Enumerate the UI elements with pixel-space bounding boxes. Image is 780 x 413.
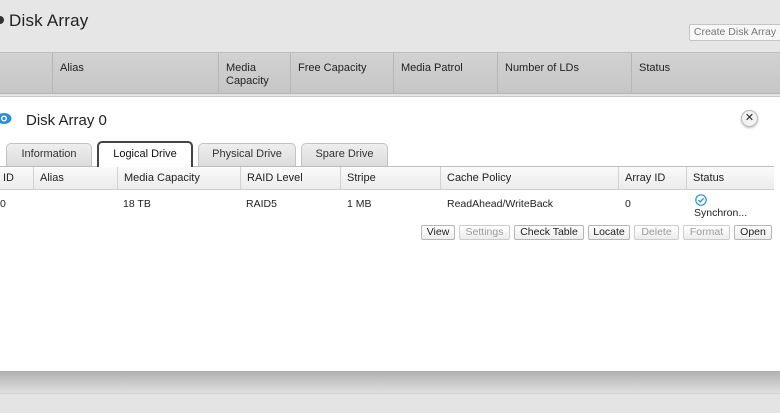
cell-raid-level: RAID5 — [246, 198, 277, 210]
format-button[interactable]: Format — [683, 225, 730, 240]
column-header-array-id[interactable]: Array ID — [618, 167, 686, 189]
tab-information[interactable]: Information — [6, 143, 92, 166]
disk-array-detail-panel: Disk Array 0 ✕ Information Logical Drive… — [0, 96, 780, 371]
cell-media-capacity: 18 TB — [123, 198, 151, 210]
title-bullet-icon — [0, 16, 4, 24]
tab-logical-drive[interactable]: Logical Drive — [97, 141, 193, 167]
view-button[interactable]: View — [421, 225, 455, 240]
cell-array-id: 0 — [625, 198, 631, 210]
column-header-cache-policy[interactable]: Cache Policy — [440, 167, 618, 189]
column-header-alias[interactable]: Alias — [33, 167, 117, 189]
column-header-stripe[interactable]: Stripe — [340, 167, 440, 189]
open-button[interactable]: Open — [734, 225, 772, 240]
column-header-media-patrol[interactable]: Media Patrol — [393, 53, 497, 94]
column-header-number-of-lds[interactable]: Number of LDs — [497, 53, 631, 94]
panel-shadow — [0, 371, 780, 393]
column-header-status[interactable]: Status — [686, 167, 774, 189]
tab-spare-drive[interactable]: Spare Drive — [301, 143, 388, 166]
column-header-raid-level[interactable]: RAID Level — [240, 167, 340, 189]
tab-physical-drive[interactable]: Physical Drive — [198, 143, 296, 166]
page-background-lower — [0, 393, 780, 413]
check-table-button[interactable]: Check Table — [514, 225, 584, 240]
status-text: Synchron... — [694, 207, 748, 219]
close-icon[interactable]: ✕ — [741, 110, 758, 127]
page-title: Disk Array — [9, 11, 89, 30]
check-circle-icon — [695, 194, 707, 206]
column-header-id[interactable]: ID — [0, 167, 33, 189]
create-disk-array-button[interactable]: Create Disk Array — [689, 24, 780, 41]
cell-status: Synchron... — [688, 194, 774, 219]
column-header-status[interactable]: Status — [631, 53, 780, 94]
logical-drive-table-header: ID Alias Media Capacity RAID Level Strip… — [0, 167, 774, 190]
page-header: Disk Array Create Disk Array — [0, 0, 780, 52]
column-header-media-capacity[interactable]: Media Capacity — [218, 53, 290, 94]
column-header-free-capacity[interactable]: Free Capacity — [290, 53, 393, 94]
panel-title: Disk Array 0 — [26, 112, 107, 129]
eye-icon[interactable] — [0, 112, 12, 125]
table-row[interactable]: 0 18 TB RAID5 1 MB ReadAhead/WriteBack 0… — [0, 191, 774, 219]
settings-button[interactable]: Settings — [459, 225, 510, 240]
cell-stripe: 1 MB — [347, 198, 372, 210]
column-header-blank — [0, 53, 52, 94]
delete-button[interactable]: Delete — [634, 225, 679, 240]
disk-array-table-header: Alias Media Capacity Free Capacity Media… — [0, 52, 780, 94]
cell-cache-policy: ReadAhead/WriteBack — [447, 198, 554, 210]
column-header-media-capacity[interactable]: Media Capacity — [117, 167, 240, 189]
locate-button[interactable]: Locate — [588, 225, 630, 240]
cell-id: 0 — [0, 198, 6, 210]
column-header-alias[interactable]: Alias — [52, 53, 218, 94]
